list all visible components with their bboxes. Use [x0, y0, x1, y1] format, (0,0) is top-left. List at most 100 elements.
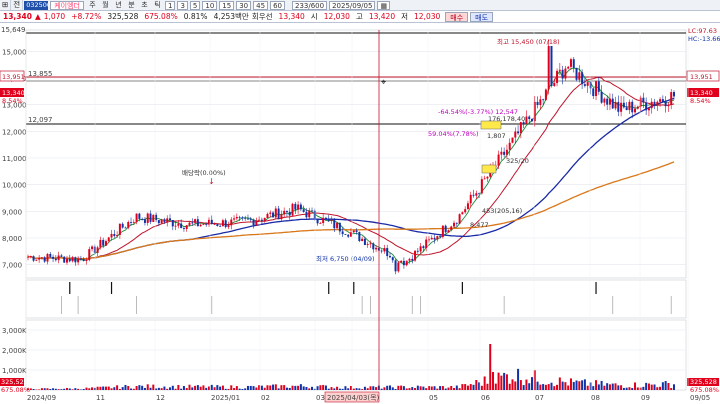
candle-body: [355, 230, 358, 233]
annotation-measure7: 8,477: [470, 221, 489, 229]
candle-body: [670, 92, 673, 105]
time-tick-label: 03: [316, 394, 325, 402]
candle-body: [294, 203, 297, 210]
volume-bar: [246, 385, 249, 390]
price-pane[interactable]: 15,00014,00013,00012,00011,00010,0009,00…: [2, 29, 687, 279]
interval-1[interactable]: 1: [164, 0, 176, 10]
volume-bar: [272, 384, 275, 390]
volume-bar: [492, 372, 495, 390]
interval-15[interactable]: 15: [219, 0, 235, 10]
time-tick-label: 2025/01: [211, 394, 240, 402]
buy-button[interactable]: 매수: [445, 11, 469, 22]
volume-pane[interactable]: 3,000K 2,000K 1,000K: [2, 319, 687, 391]
volume-bar: [375, 387, 378, 390]
stock-name[interactable]: 케이엠더: [50, 0, 84, 10]
volume-bar: [542, 384, 545, 390]
candle-body: [274, 208, 277, 218]
candle-body: [439, 236, 442, 237]
volume-bar: [146, 384, 149, 390]
volume-bar: [352, 388, 355, 390]
volume-bar: [628, 387, 631, 390]
volume-bar: [291, 385, 294, 390]
volume-bar: [180, 388, 183, 390]
volume-bar: [391, 387, 394, 390]
candle-body: [539, 99, 542, 106]
volume-bar: [653, 384, 656, 390]
interval-5[interactable]: 5: [189, 0, 201, 10]
volume-bar: [244, 388, 247, 390]
candle-body: [57, 255, 60, 261]
candle-body: [155, 214, 158, 221]
period-minute[interactable]: 분: [125, 0, 138, 10]
candle-body: [444, 225, 447, 233]
volume-bar: [514, 381, 517, 390]
candle-body: [118, 223, 121, 236]
volume-bar: [411, 387, 414, 390]
interval-45[interactable]: 45: [253, 0, 269, 10]
volume-bar: [96, 386, 99, 390]
market-select[interactable]: 전: [11, 0, 24, 10]
period-tick[interactable]: 틱: [151, 0, 164, 10]
candle-body: [622, 102, 625, 108]
candle-body: [152, 214, 155, 222]
volume-bar: [441, 386, 444, 390]
period-month[interactable]: 년: [112, 0, 125, 10]
volume-bar: [425, 388, 428, 390]
volume-bar: [216, 385, 219, 390]
candle-body: [244, 217, 247, 219]
volume-bar: [63, 388, 66, 390]
volume-bar: [553, 386, 556, 390]
candle-body: [102, 239, 105, 246]
volume-bar: [210, 384, 213, 390]
period-second[interactable]: 초: [138, 0, 151, 10]
volume-bar: [274, 384, 277, 390]
candle-body: [227, 225, 230, 228]
candle-body: [207, 219, 210, 225]
candle-body: [653, 101, 656, 106]
interval-3[interactable]: 3: [177, 0, 188, 10]
candle-body: [249, 219, 252, 221]
candle-body: [386, 247, 389, 257]
candle-body: [383, 247, 386, 252]
date-input[interactable]: 2025/09/05: [329, 0, 376, 10]
interval-60[interactable]: 60: [270, 0, 285, 10]
candle-body: [405, 260, 408, 266]
candle-body: [530, 118, 533, 122]
grid-icon[interactable]: ⊞: [0, 0, 12, 10]
candle-body: [308, 210, 311, 218]
candle-body: [416, 250, 419, 252]
right-tag-13340: 13,340: [690, 89, 713, 97]
candle-body: [575, 67, 578, 80]
volume-bar: [107, 386, 110, 390]
period-day[interactable]: 주: [86, 0, 99, 10]
candle-body: [419, 246, 422, 252]
volume-bar: [581, 380, 584, 390]
interval-10[interactable]: 10: [202, 0, 218, 10]
candle-body: [542, 99, 545, 101]
volume-bar: [77, 388, 80, 390]
stock-code-input[interactable]: 032500: [24, 0, 51, 10]
volume-bar: [205, 387, 208, 390]
candle-body: [65, 258, 68, 263]
volume-bar: [427, 386, 430, 390]
sell-button[interactable]: 매도: [470, 11, 494, 22]
stock-chart[interactable]: 15,00014,00013,00012,00011,00010,0009,00…: [0, 24, 720, 404]
candle-body: [338, 222, 341, 232]
volume-bar: [583, 379, 586, 390]
volume-bar: [620, 385, 623, 390]
candle-body: [311, 210, 314, 212]
candle-body: [508, 142, 511, 150]
window-count[interactable]: 233/600: [291, 0, 328, 10]
candle-body: [188, 222, 191, 226]
volume-bar: [118, 388, 121, 390]
candle-body: [586, 82, 589, 86]
candle-body: [163, 219, 166, 223]
period-week[interactable]: 월: [99, 0, 112, 10]
change-value: 1,070: [43, 12, 66, 21]
calendar-icon[interactable]: ▦: [377, 0, 391, 10]
candle-body: [35, 259, 38, 261]
volume-bar: [297, 385, 300, 390]
volume-bar: [561, 381, 564, 390]
interval-30[interactable]: 30: [236, 0, 252, 10]
volume-bar: [199, 386, 202, 390]
